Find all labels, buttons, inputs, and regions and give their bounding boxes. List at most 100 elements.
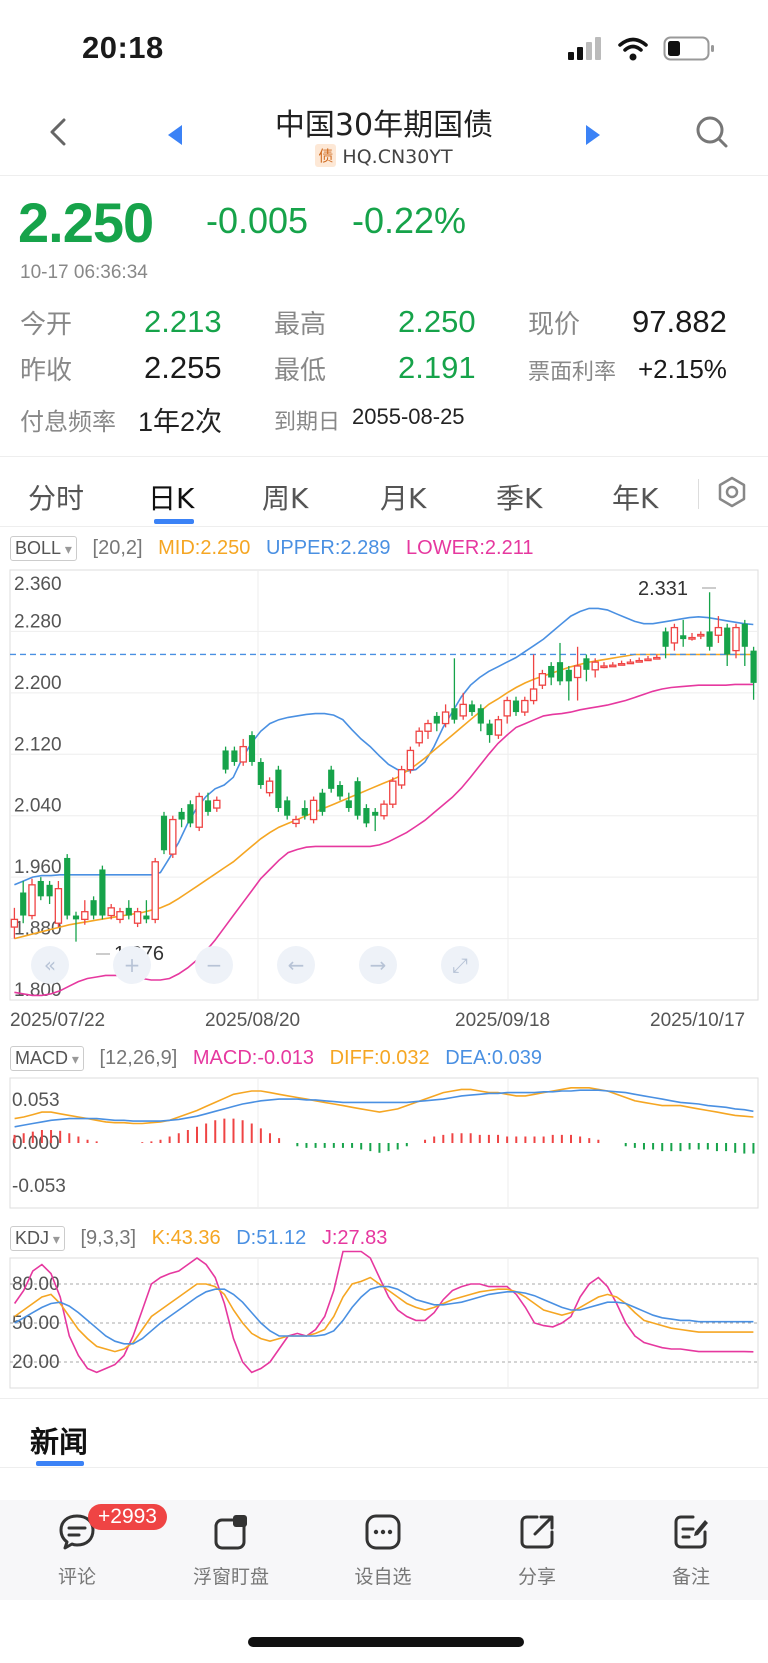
kline-y-tick: 2.200 xyxy=(14,673,62,694)
candle-body xyxy=(441,711,450,725)
candle-body xyxy=(301,808,308,816)
news-tab-indicator xyxy=(36,1461,84,1466)
candle-body xyxy=(468,704,476,713)
share-button[interactable]: 分享 xyxy=(482,1512,592,1589)
candle-body xyxy=(670,626,679,644)
float-window-icon xyxy=(214,1515,247,1550)
candle-body xyxy=(486,723,493,736)
candle-body xyxy=(548,665,555,678)
float-watch-button[interactable]: 浮窗盯盘 xyxy=(176,1512,286,1589)
candle-body xyxy=(328,769,335,789)
macd-diff-line xyxy=(14,1087,754,1125)
float-watch-label: 浮窗盯盘 xyxy=(192,1566,269,1588)
candle-body xyxy=(451,708,458,720)
candle-body xyxy=(714,626,723,636)
home-indicator xyxy=(248,1637,524,1647)
candle-body xyxy=(573,665,582,679)
candle-body xyxy=(213,799,221,809)
candle-body xyxy=(503,699,511,717)
kline-y-tick: 2.120 xyxy=(14,734,62,755)
note-button[interactable]: 备注 xyxy=(636,1512,746,1589)
candle-body xyxy=(600,665,608,669)
kdj-y-tick: 20.00 xyxy=(12,1352,60,1373)
candle-body xyxy=(521,699,529,713)
candle-body xyxy=(319,792,326,812)
candle-body xyxy=(248,735,256,762)
macd-y-tick: 0.000 xyxy=(12,1133,60,1154)
add-watchlist-label: 设自选 xyxy=(354,1566,412,1588)
watchlist-icon xyxy=(365,1514,401,1550)
candle-body xyxy=(732,626,740,652)
candle-body xyxy=(494,719,503,736)
share-icon xyxy=(520,1515,554,1549)
candle-body xyxy=(160,815,168,851)
candle-body xyxy=(10,918,19,928)
candle-body xyxy=(617,663,626,666)
candle-body xyxy=(406,749,415,771)
candle-body xyxy=(309,799,318,821)
scroll-left-glyph: ← xyxy=(288,953,305,977)
candle-body xyxy=(372,811,379,816)
kdj-y-tick: 50.00 xyxy=(12,1313,60,1334)
candle-body xyxy=(151,861,159,921)
boll-mid-line xyxy=(14,653,754,940)
candle-body xyxy=(125,907,132,916)
candle-body xyxy=(284,800,291,816)
candle-body xyxy=(565,669,572,682)
news-section: 新闻 xyxy=(0,1398,768,1468)
candle-body xyxy=(556,662,564,682)
candle-body xyxy=(231,750,238,762)
candle-body xyxy=(397,768,406,786)
candle-body xyxy=(143,915,150,920)
kline-x-tick: 2025/08/20 xyxy=(205,1010,300,1031)
candle-body xyxy=(37,880,44,897)
candle-body xyxy=(538,673,547,686)
candle-body xyxy=(133,911,142,924)
add-watchlist-button[interactable]: 设自选 xyxy=(328,1512,438,1589)
candle-body xyxy=(644,658,652,662)
candle-body xyxy=(20,892,27,916)
candle-body xyxy=(609,664,617,668)
candle-body xyxy=(459,703,467,717)
candle-body xyxy=(724,627,731,655)
candle-body xyxy=(195,795,203,828)
note-label: 备注 xyxy=(671,1566,710,1588)
note-icon xyxy=(674,1515,708,1549)
candle-body xyxy=(72,915,80,920)
candle-body xyxy=(354,781,361,816)
candle-body xyxy=(477,708,484,724)
macd-y-tick: -0.053 xyxy=(12,1176,66,1197)
candle-body xyxy=(90,900,97,916)
kline-frame xyxy=(9,569,759,1001)
macd-y-tick: 0.053 xyxy=(12,1090,60,1111)
kline-x-tick: 2025/07/22 xyxy=(10,1010,105,1031)
candle-body xyxy=(662,631,669,647)
kline-chart[interactable]: 2.3602.2802.2002.1202.0401.9601.8801.800… xyxy=(0,0,768,1400)
candle-body xyxy=(741,623,748,647)
kline-x-tick: 2025/10/17 xyxy=(650,1010,745,1031)
candle-body xyxy=(239,745,247,763)
candle-body xyxy=(750,650,757,683)
candle-body xyxy=(292,818,300,825)
candle-body xyxy=(380,803,388,817)
scroll-right-glyph: → xyxy=(370,953,387,977)
candle-body xyxy=(626,661,635,665)
candle-body xyxy=(591,661,599,671)
macd-dea-line xyxy=(14,1089,754,1128)
candle-body xyxy=(46,884,53,897)
candle-body xyxy=(81,911,89,921)
zoom-out-fast-glyph: « xyxy=(44,953,56,977)
candle-body xyxy=(363,808,370,824)
candle-body xyxy=(107,907,115,917)
candle-body xyxy=(345,800,352,809)
candle-body xyxy=(706,631,713,647)
kdj-d-line xyxy=(14,1285,754,1345)
candle-body xyxy=(336,785,344,797)
candle-body xyxy=(415,730,423,744)
comment-count-badge: +2993 xyxy=(88,1504,167,1530)
candle-body xyxy=(680,635,687,640)
macd-frame xyxy=(9,1077,759,1209)
candle-body xyxy=(116,911,124,921)
candle-body xyxy=(99,869,106,916)
news-tab[interactable]: 新闻 xyxy=(30,1419,88,1461)
